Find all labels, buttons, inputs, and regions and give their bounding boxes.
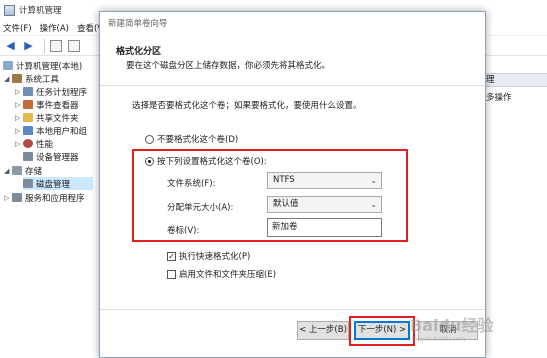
radio-button-selected[interactable] bbox=[145, 156, 154, 166]
more-actions-link[interactable]: 多操作 bbox=[486, 91, 512, 103]
disk-icon bbox=[23, 179, 33, 188]
volume-label-label: 卷标(V): bbox=[167, 226, 200, 236]
chevron-down-icon: ⌄ bbox=[370, 200, 377, 209]
volume-label-input[interactable]: 新加卷 bbox=[267, 218, 382, 237]
wizard-header-title: 格式化分区 bbox=[116, 47, 162, 57]
tree-item-label: 任务计划程序 bbox=[36, 87, 88, 98]
radio-no-format[interactable]: 不要格式化这个卷(D) bbox=[145, 133, 238, 145]
storage-icon bbox=[12, 166, 22, 175]
chevron-right-icon[interactable]: ▷ bbox=[15, 127, 23, 135]
allocation-unit-select[interactable]: 默认值 ⌄ bbox=[267, 196, 382, 213]
watermark-url: jingyan.baidu.com bbox=[410, 336, 466, 343]
tree-item-label: 存储 bbox=[25, 166, 43, 177]
compression-checkbox[interactable]: 启用文件和文件夹压缩(E) bbox=[167, 268, 276, 280]
dialog-title: 新建简单卷向导 bbox=[100, 12, 485, 36]
checkbox-unchecked[interactable] bbox=[167, 269, 176, 279]
chevron-down-icon[interactable]: ◢ bbox=[4, 167, 12, 175]
tree-item-label: 共享文件夹 bbox=[36, 113, 79, 124]
tree-item-event-viewer[interactable]: ▷ 事件查看器 bbox=[15, 98, 79, 111]
file-system-select[interactable]: NTFS ⌄ bbox=[267, 172, 382, 189]
tree-item-label: 设备管理器 bbox=[36, 152, 79, 163]
tree-item-services[interactable]: ▷ 服务和应用程序 bbox=[4, 191, 85, 204]
computer-management-icon bbox=[4, 4, 15, 16]
tree-item-shared-folders[interactable]: ▷ 共享文件夹 bbox=[15, 111, 79, 124]
checkbox-label: 执行快速格式化(P) bbox=[179, 252, 251, 262]
tree-item-label: 磁盘管理 bbox=[36, 179, 71, 190]
radio-button[interactable] bbox=[145, 134, 154, 144]
chevron-right-icon[interactable]: ▷ bbox=[15, 140, 23, 148]
actions-header: 理 bbox=[482, 73, 547, 87]
radio-label: 按下列设置格式化这个卷(O): bbox=[157, 157, 267, 167]
checkbox-checked[interactable]: ✓ bbox=[167, 251, 176, 261]
tree-item-label: 计算机管理(本地) bbox=[16, 61, 83, 72]
computer-icon bbox=[3, 61, 13, 70]
tree-item-device-manager[interactable]: 设备管理器 bbox=[23, 150, 79, 163]
tree-item-task-scheduler[interactable]: ▷ 任务计划程序 bbox=[15, 85, 87, 98]
folder-icon bbox=[23, 113, 33, 122]
chevron-down-icon: ⌄ bbox=[370, 176, 377, 185]
event-log-icon bbox=[23, 100, 33, 109]
watermark: Baidu经验 jingyan.baidu.com bbox=[410, 312, 493, 343]
radio-label: 不要格式化这个卷(D) bbox=[157, 135, 239, 145]
footer-divider bbox=[100, 309, 485, 310]
chevron-right-icon[interactable]: ▷ bbox=[15, 114, 23, 122]
show-tree-icon[interactable] bbox=[49, 39, 62, 52]
new-simple-volume-wizard: 新建简单卷向导 格式化分区 要在这个磁盘分区上储存数据，你必须先将其格式化。 选… bbox=[99, 11, 486, 358]
chevron-right-icon[interactable]: ▷ bbox=[15, 88, 23, 96]
tree-item-label: 系统工具 bbox=[25, 74, 60, 85]
chevron-down-icon[interactable]: ◢ bbox=[4, 75, 12, 83]
checkbox-label: 启用文件和文件夹压缩(E) bbox=[179, 270, 277, 280]
tree-item-performance[interactable]: ▷ 性能 bbox=[15, 137, 53, 150]
tree-item-storage[interactable]: ◢ 存储 bbox=[4, 164, 42, 177]
forward-arrow-icon[interactable]: ▶ bbox=[22, 39, 35, 52]
window-title: 计算机管理 bbox=[19, 6, 62, 16]
tree-item-label: 本地用户和组 bbox=[36, 126, 88, 137]
menu-file[interactable]: 文件(F) bbox=[3, 22, 32, 34]
file-system-label: 文件系统(F): bbox=[167, 179, 216, 189]
quick-format-checkbox[interactable]: ✓ 执行快速格式化(P) bbox=[167, 250, 250, 262]
back-arrow-icon[interactable]: ◀ bbox=[4, 39, 17, 52]
tree-item-disk-management[interactable]: 磁盘管理 bbox=[23, 177, 93, 190]
tree-item-label: 事件查看器 bbox=[36, 100, 79, 111]
performance-icon bbox=[23, 139, 33, 148]
services-icon bbox=[12, 193, 22, 202]
back-button[interactable]: < 上一步(B) bbox=[297, 321, 349, 340]
menu-action[interactable]: 操作(A) bbox=[40, 22, 69, 34]
watermark-brand: Baidu经验 bbox=[410, 316, 494, 335]
navigation-tree: 计算机管理(本地) ◢ 系统工具 ▷ 任务计划程序 ▷ 事件查看器 ▷ 共享文件… bbox=[0, 57, 100, 358]
tree-item-root[interactable]: 计算机管理(本地) bbox=[3, 59, 82, 72]
wizard-header-subtitle: 要在这个磁盘分区上储存数据，你必须先将其格式化。 bbox=[126, 61, 331, 71]
radio-format[interactable]: 按下列设置格式化这个卷(O): bbox=[145, 155, 267, 167]
wizard-header: 格式化分区 要在这个磁盘分区上储存数据，你必须先将其格式化。 bbox=[100, 36, 485, 86]
tree-item-local-users[interactable]: ▷ 本地用户和组 bbox=[15, 124, 87, 137]
device-manager-icon bbox=[23, 152, 33, 161]
next-button[interactable]: 下一步(N) > bbox=[354, 321, 410, 340]
tools-icon bbox=[12, 74, 22, 83]
tree-item-label: 服务和应用程序 bbox=[25, 193, 85, 204]
users-icon bbox=[23, 126, 33, 135]
file-system-value: NTFS bbox=[273, 175, 295, 185]
tree-item-label: 性能 bbox=[36, 139, 54, 150]
chevron-right-icon[interactable]: ▷ bbox=[15, 101, 23, 109]
clock-icon bbox=[23, 87, 33, 96]
properties-icon[interactable] bbox=[67, 39, 80, 52]
allocation-unit-label: 分配单元大小(A): bbox=[167, 203, 234, 213]
toolbar-separator bbox=[44, 38, 45, 53]
chevron-right-icon[interactable]: ▷ bbox=[4, 194, 12, 202]
allocation-unit-value: 默认值 bbox=[273, 199, 299, 209]
tree-item-system-tools[interactable]: ◢ 系统工具 bbox=[4, 72, 59, 85]
format-prompt: 选择是否要格式化这个卷；如果要格式化，要使用什么设置。 bbox=[132, 101, 362, 111]
